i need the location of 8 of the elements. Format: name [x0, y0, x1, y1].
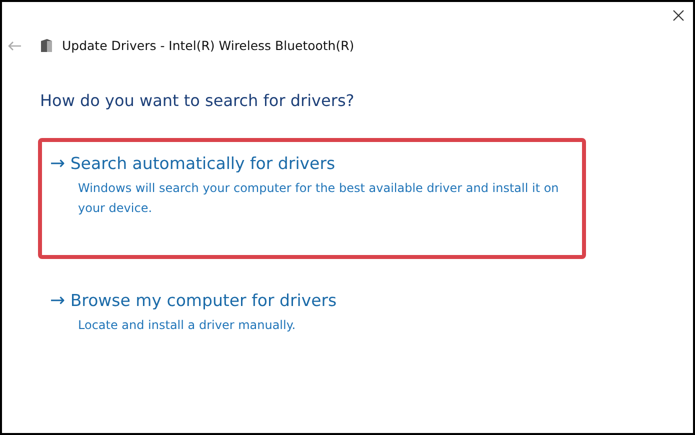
- option-description: Windows will search your computer for the best available driver and install it on your device.: [78, 180, 560, 217]
- option-description: Locate and install a driver manually.: [78, 317, 297, 334]
- close-icon[interactable]: [673, 10, 684, 21]
- option-link[interactable]: → Search automatically for drivers: [50, 153, 572, 174]
- page-heading: How do you want to search for drivers?: [40, 91, 356, 110]
- device-icon: [41, 39, 52, 52]
- option-link[interactable]: → Browse my computer for drivers: [50, 290, 572, 311]
- window-title: Update Drivers - Intel(R) Wireless Bluetooth(R): [62, 38, 354, 53]
